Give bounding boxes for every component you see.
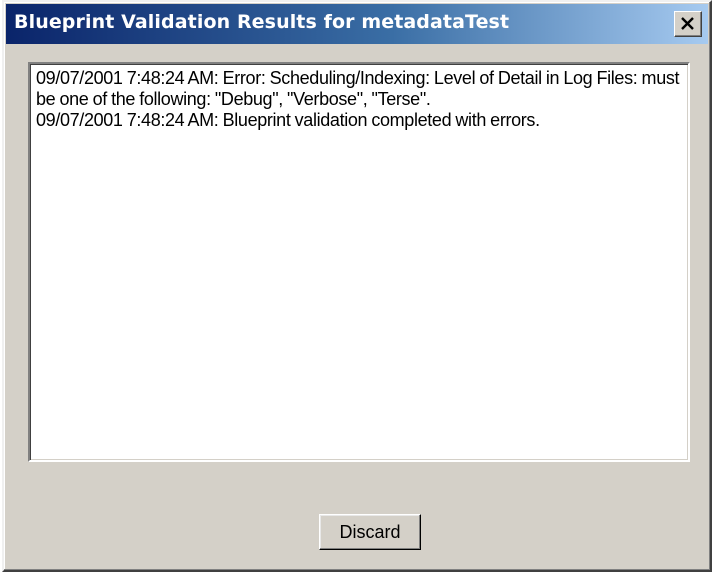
window-title: Blueprint Validation Results for metadat…	[14, 11, 510, 33]
discard-button[interactable]: Discard	[319, 514, 421, 550]
log-line-error: 09/07/2001 7:48:24 AM: Error: Scheduling…	[36, 68, 680, 109]
close-button[interactable]	[674, 11, 702, 37]
title-bar[interactable]: Blueprint Validation Results for metadat…	[6, 4, 708, 44]
validation-log-textarea[interactable]: 09/07/2001 7:48:24 AM: Error: Scheduling…	[28, 62, 690, 462]
log-line-summary: 09/07/2001 7:48:24 AM: Blueprint validat…	[36, 110, 540, 130]
validation-results-dialog: Blueprint Validation Results for metadat…	[2, 0, 712, 572]
close-icon	[681, 17, 694, 30]
